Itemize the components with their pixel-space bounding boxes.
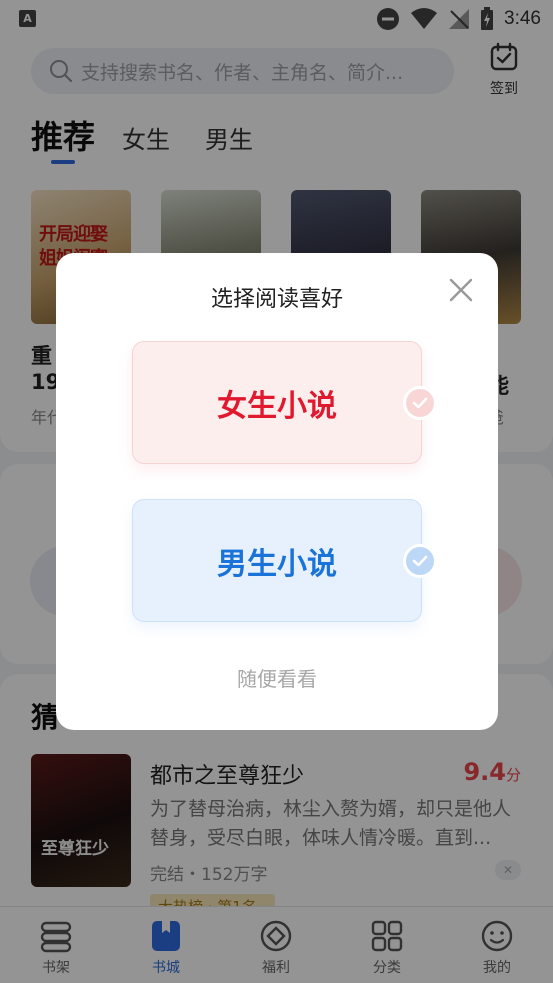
- skip-link[interactable]: 随便看看: [56, 663, 498, 692]
- male-novel-label: 男生小说: [217, 546, 337, 582]
- dialog-title: 选择阅读喜好: [210, 287, 343, 312]
- reading-preference-dialog: 选择阅读喜好 女生小说 男生小说 随便看看: [56, 253, 498, 730]
- female-check-icon: [403, 386, 437, 420]
- male-novel-button[interactable]: 男生小说: [132, 499, 422, 622]
- female-novel-label: 女生小说: [217, 388, 337, 424]
- female-novel-button[interactable]: 女生小说: [132, 341, 422, 464]
- male-check-icon: [403, 544, 437, 578]
- close-icon[interactable]: [446, 275, 476, 305]
